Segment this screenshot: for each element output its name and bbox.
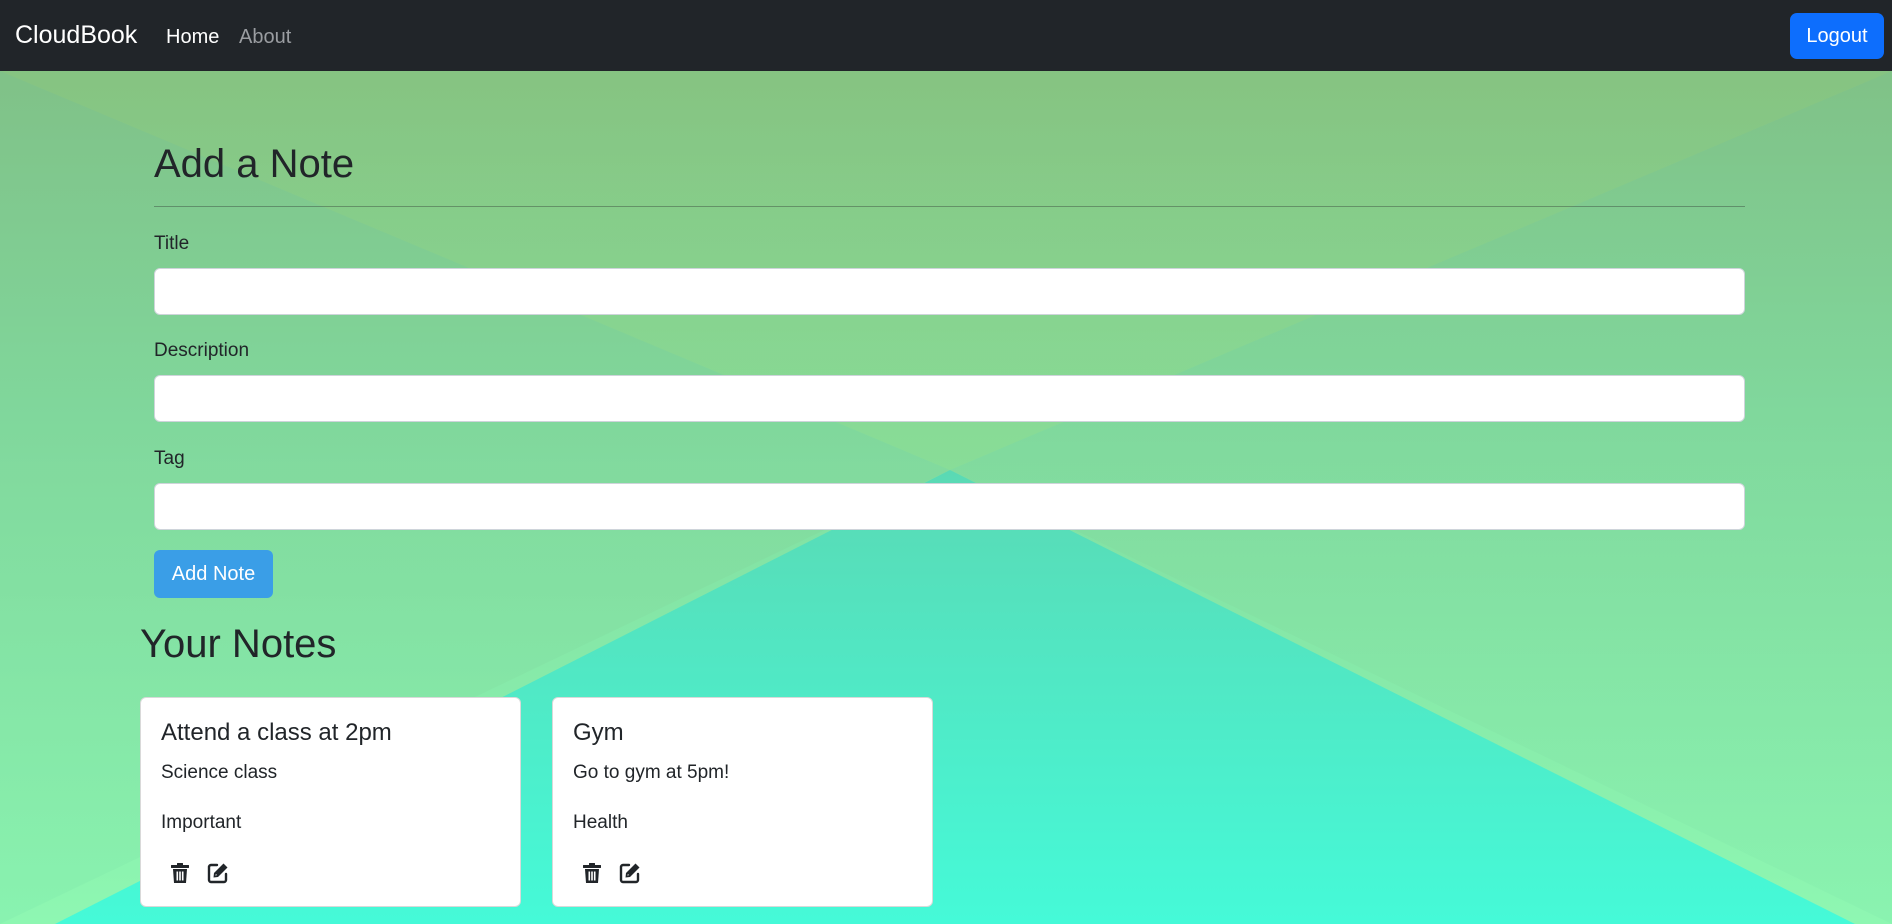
your-notes-heading: Your Notes: [140, 622, 337, 666]
logout-button[interactable]: Logout: [1790, 13, 1884, 59]
note-tag: Health: [573, 812, 628, 833]
nav-link-about[interactable]: About: [239, 24, 291, 50]
title-input[interactable]: [154, 268, 1745, 315]
note-card: Attend a class at 2pm Science class Impo…: [140, 697, 521, 907]
note-tag: Important: [161, 812, 242, 833]
main-content: Add a Note Title Description Tag Add Not…: [0, 0, 1892, 924]
tag-label: Tag: [154, 448, 185, 469]
add-note-heading: Add a Note: [154, 142, 355, 186]
note-description: Science class: [161, 762, 278, 783]
description-input[interactable]: [154, 375, 1745, 422]
edit-icon[interactable]: [206, 861, 230, 885]
trash-icon[interactable]: [580, 861, 604, 885]
description-label: Description: [154, 340, 250, 361]
title-label: Title: [154, 233, 190, 254]
edit-icon[interactable]: [618, 861, 642, 885]
navbar: CloudBook Home About Logout: [0, 0, 1892, 71]
heading-divider: [154, 206, 1745, 207]
note-title: Gym: [573, 719, 624, 746]
brand-logo[interactable]: CloudBook: [15, 20, 137, 50]
nav-link-home[interactable]: Home: [166, 24, 219, 50]
note-title: Attend a class at 2pm: [161, 719, 392, 746]
add-note-button[interactable]: Add Note: [154, 550, 273, 598]
note-card: Gym Go to gym at 5pm! Health: [552, 697, 933, 907]
trash-icon[interactable]: [168, 861, 192, 885]
tag-input[interactable]: [154, 483, 1745, 530]
note-description: Go to gym at 5pm!: [573, 762, 730, 783]
